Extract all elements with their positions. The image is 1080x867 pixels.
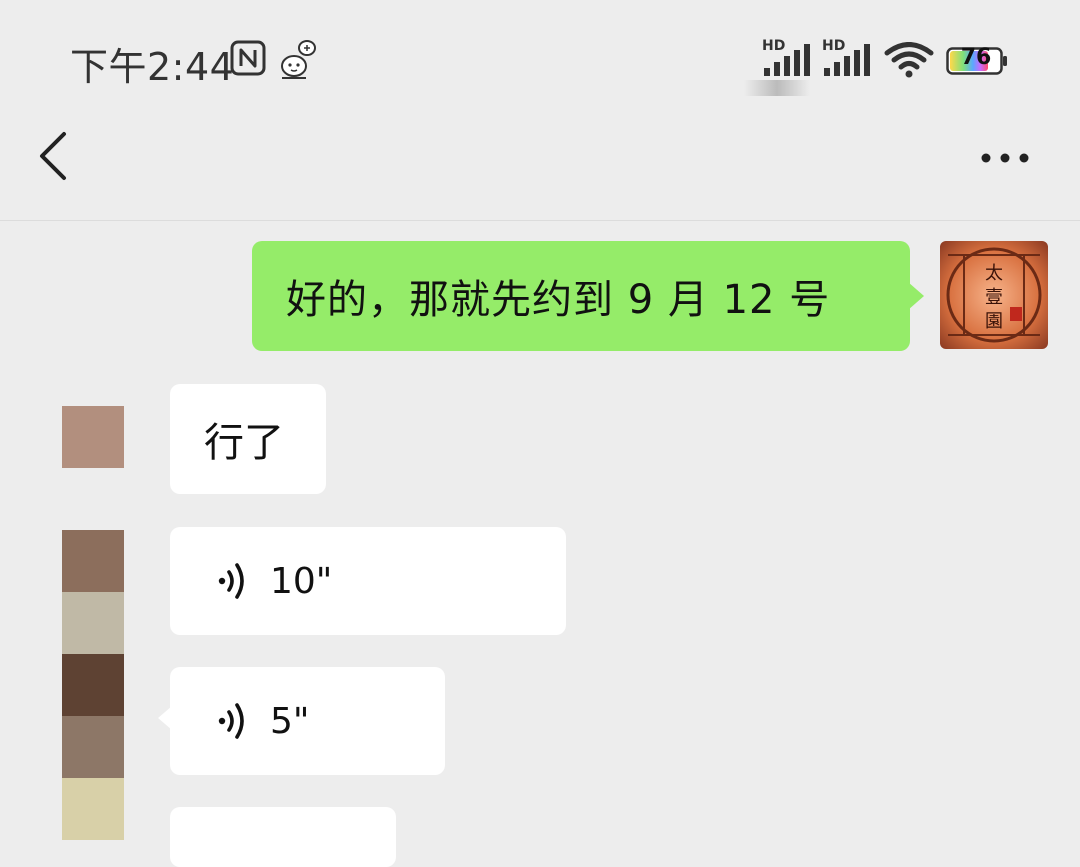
back-button[interactable] — [30, 128, 80, 184]
avatar-image: 太 壹 園 — [940, 241, 1048, 349]
message-text: 行了 — [204, 420, 284, 466]
voice-duration: 10" — [270, 560, 333, 602]
contact-avatar[interactable] — [62, 406, 124, 468]
incoming-message-bubble[interactable] — [170, 807, 396, 867]
avatar-char-2: 壹 — [985, 287, 1003, 307]
wifi-icon — [884, 42, 934, 78]
message-text: 好的，那就先约到 9 月 12 号 — [286, 277, 831, 323]
status-bar-blur — [744, 80, 810, 96]
my-avatar[interactable]: 太 壹 園 — [940, 241, 1048, 349]
contact-avatar-pixel — [62, 592, 124, 654]
signal-icon — [764, 44, 810, 76]
nfc-icon — [230, 40, 266, 76]
more-options-button[interactable] — [970, 140, 1040, 176]
status-time: 下午2:44 — [70, 45, 235, 89]
header-divider — [0, 220, 1080, 221]
incoming-message-bubble[interactable]: 行了 — [170, 384, 326, 494]
signal-icon — [824, 44, 870, 76]
signal-strength-2: HD — [822, 38, 874, 76]
voice-wave-icon — [218, 563, 244, 599]
sticker-icon — [281, 40, 316, 79]
contact-avatar[interactable] — [62, 778, 124, 840]
contact-avatar[interactable] — [62, 530, 124, 592]
voice-wave-icon — [218, 703, 244, 739]
voice-message-bubble[interactable]: 5" — [170, 667, 445, 775]
avatar-seal — [1010, 307, 1022, 321]
signal-strength-1: HD — [762, 38, 814, 76]
voice-duration: 5" — [270, 700, 310, 742]
contact-avatar-pixel — [62, 716, 124, 778]
voice-message-bubble[interactable]: 10" — [170, 527, 566, 635]
bubble-tail — [908, 282, 924, 310]
avatar-char-1: 太 — [985, 263, 1003, 283]
battery-level: 76 — [960, 45, 992, 70]
outgoing-message-bubble[interactable]: 好的，那就先约到 9 月 12 号 — [252, 241, 910, 351]
contact-avatar[interactable] — [62, 654, 124, 716]
avatar-char-3: 園 — [985, 311, 1003, 331]
